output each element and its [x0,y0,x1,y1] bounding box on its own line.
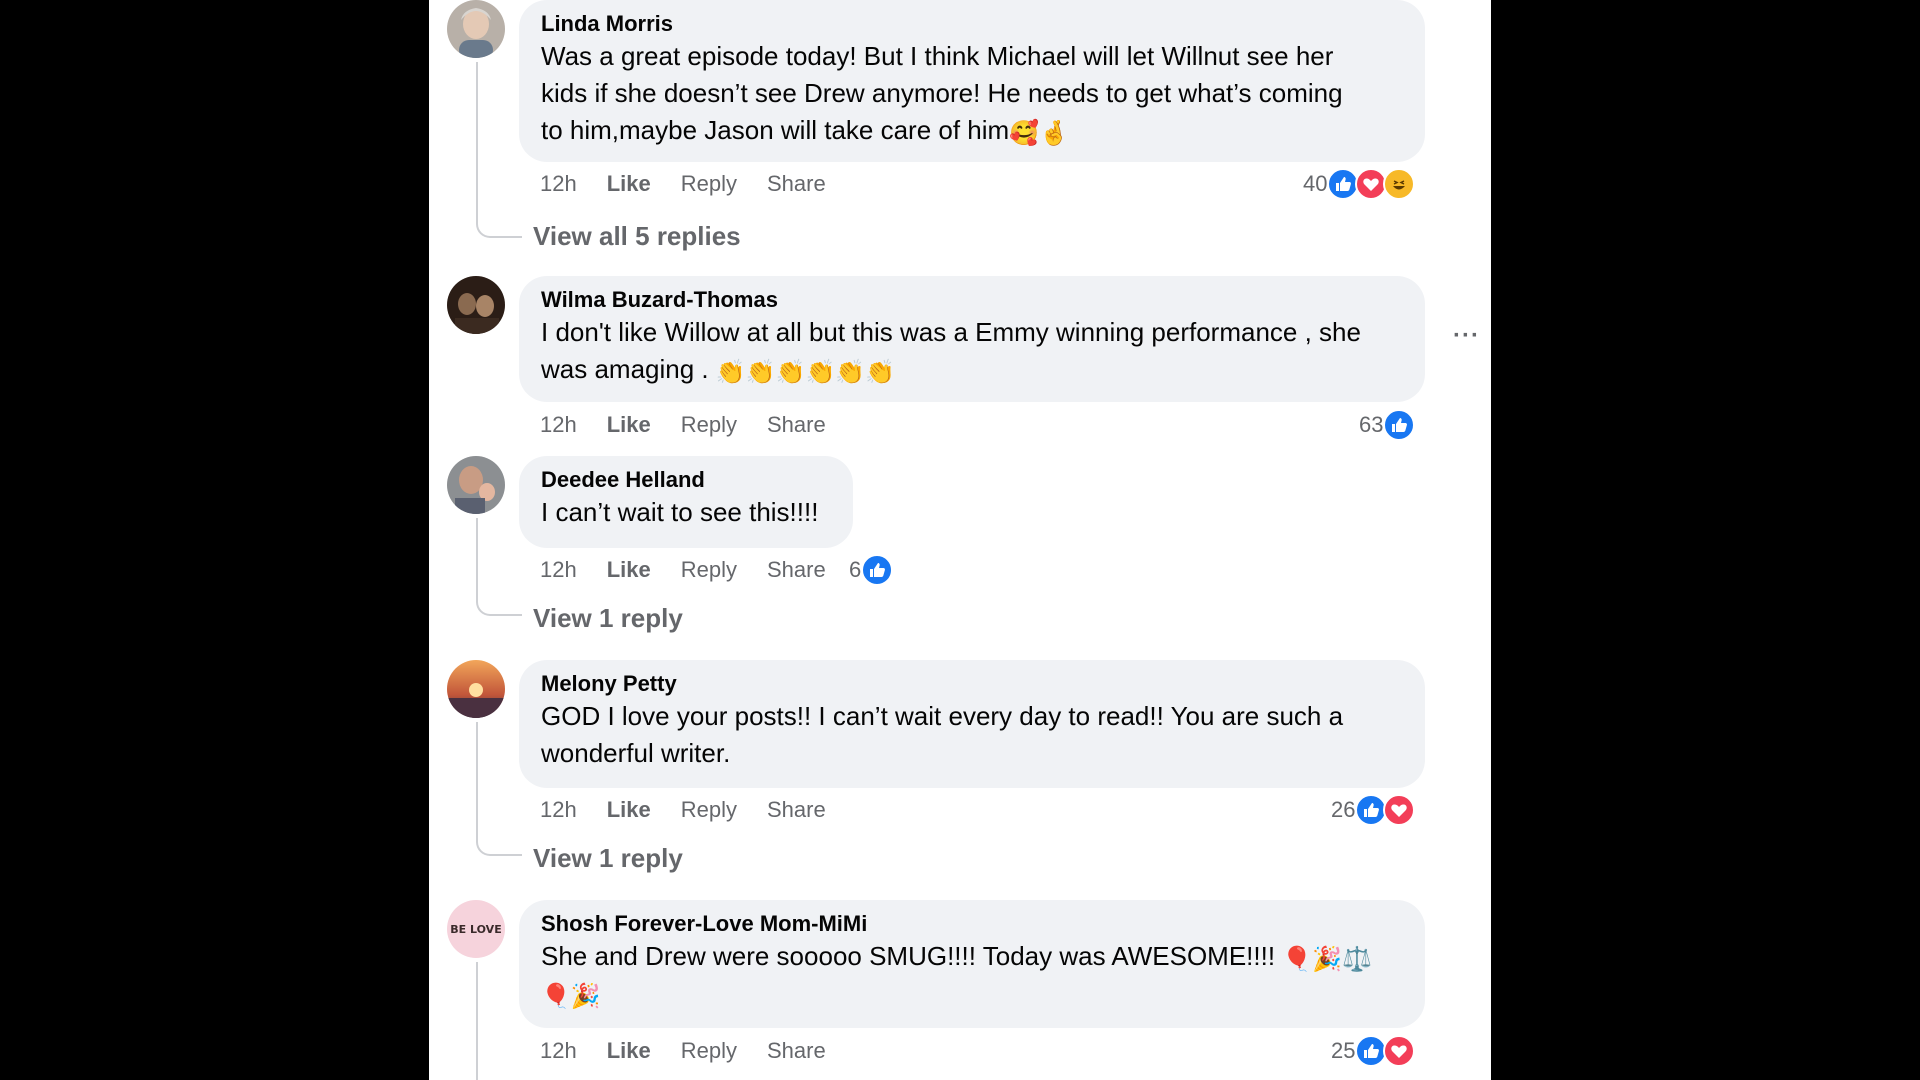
share-button[interactable]: Share [767,171,826,197]
reply-button[interactable]: Reply [681,171,737,197]
author-name[interactable]: Melony Petty [541,670,1403,698]
timestamp[interactable]: 12h [540,412,577,438]
avatar[interactable] [447,660,505,718]
comment-bubble: Wilma Buzard-Thomas I don't like Willow … [519,276,1425,402]
comment-text-segment: was amaging . [541,354,716,384]
comment-text-line: She and Drew were sooooo SMUG!!!! Today … [541,938,1403,975]
thread-line [476,962,478,1080]
share-button[interactable]: Share [767,412,826,438]
comment-text-line: was amaging . 👏👏👏👏👏👏 [541,351,1403,388]
emoji-group: 🎈🎉⚖️ [1282,945,1372,973]
reply-button[interactable]: Reply [681,557,737,583]
reaction-count: 63 [1359,412,1384,437]
love-icon [1383,794,1416,826]
comment-text-segment: to him,maybe Jason will take care of him [541,115,1010,145]
author-name[interactable]: Wilma Buzard-Thomas [541,286,1403,314]
comment-text-line: I can’t wait to see this!!!! [541,497,819,527]
avatar-photo [447,456,505,514]
avatar[interactable] [447,276,505,334]
reaction-summary[interactable]: 63 [1359,407,1416,443]
reaction-count: 6 [849,557,862,582]
emoji-group: 🥰🤞 [1009,119,1069,147]
reply-button[interactable]: Reply [681,797,737,823]
timestamp[interactable]: 12h [540,557,577,583]
avatar[interactable]: BE LOVE [447,900,505,958]
share-button[interactable]: Share [767,797,826,823]
comment-actions: 12h Like Reply Share [540,794,856,826]
comment-actions: 12h Like Reply Share [540,1035,856,1067]
author-name[interactable]: Linda Morris [541,10,1403,38]
reaction-count: 26 [1331,797,1356,822]
avatar[interactable] [447,456,505,514]
view-replies-link[interactable]: View 1 reply [533,602,683,634]
author-name[interactable]: Shosh Forever-Love Mom-MiMi [541,910,1403,938]
comment-text-line: 🎈🎉 [541,975,1403,1012]
reaction-count: 40 [1303,171,1328,196]
like-button[interactable]: Like [607,797,651,823]
comment-text-line: Was a great episode today! But I think M… [541,41,1334,71]
like-button[interactable]: Like [607,171,651,197]
comment-bubble: Linda Morris Was a great episode today! … [519,0,1425,162]
comment-text-line: kids if she doesn’t see Drew anymore! He… [541,78,1343,108]
avatar[interactable] [447,0,505,58]
avatar-photo [447,276,505,334]
comment-bubble: Melony Petty GOD I love your posts!! I c… [519,660,1425,788]
thread-connector [476,222,522,238]
reaction-summary[interactable]: 40 [1303,166,1416,202]
comment-text-line: wonderful writer. [541,738,731,768]
emoji-group: 🎈🎉 [541,982,601,1010]
like-button[interactable]: Like [607,412,651,438]
timestamp[interactable]: 12h [540,797,577,823]
avatar-photo [447,660,505,718]
share-button[interactable]: Share [767,1038,826,1064]
comment-text-line: to him,maybe Jason will take care of him… [541,112,1403,149]
avatar-photo [447,0,505,58]
comment-bubble: Deedee Helland I can’t wait to see this!… [519,456,853,548]
comment-text-line: GOD I love your posts!! I can’t wait eve… [541,701,1344,731]
comment-text-line: I don't like Willow at all but this was … [541,317,1361,347]
comments-panel: Linda Morris Was a great episode today! … [429,0,1491,1080]
avatar-text: BE LOVE [450,923,501,936]
comment-text-segment: She and Drew were sooooo SMUG!!!! Today … [541,941,1283,971]
thread-connector [476,840,522,856]
haha-icon [1383,168,1416,200]
reaction-count: 25 [1331,1038,1356,1063]
comment-bubble: Shosh Forever-Love Mom-MiMi She and Drew… [519,900,1425,1028]
reaction-summary[interactable]: 25 [1331,1033,1416,1069]
like-button[interactable]: Like [607,557,651,583]
view-replies-link[interactable]: View all 5 replies [533,220,741,252]
love-icon [1383,1035,1416,1067]
reaction-summary[interactable]: 6 [849,552,894,588]
thread-line [476,722,478,840]
reply-button[interactable]: Reply [681,1038,737,1064]
thread-connector [476,600,522,616]
author-name[interactable]: Deedee Helland [541,466,831,494]
reply-button[interactable]: Reply [681,412,737,438]
like-button[interactable]: Like [607,1038,651,1064]
reaction-summary[interactable]: 26 [1331,792,1416,828]
timestamp[interactable]: 12h [540,171,577,197]
comment-actions: 12h Like Reply Share [540,409,856,441]
emoji-group: 👏👏👏👏👏👏 [715,358,896,386]
timestamp[interactable]: 12h [540,1038,577,1064]
more-options-button[interactable]: ··· [1453,322,1480,350]
comment-actions: 12h Like Reply Share [540,554,856,586]
thread-line [476,518,478,600]
avatar-photo: BE LOVE [447,900,505,958]
view-replies-link[interactable]: View 1 reply [533,842,683,874]
like-icon [861,554,894,586]
thread-line [476,62,478,222]
share-button[interactable]: Share [767,557,826,583]
like-icon [1383,409,1416,441]
comment-actions: 12h Like Reply Share [540,168,856,200]
